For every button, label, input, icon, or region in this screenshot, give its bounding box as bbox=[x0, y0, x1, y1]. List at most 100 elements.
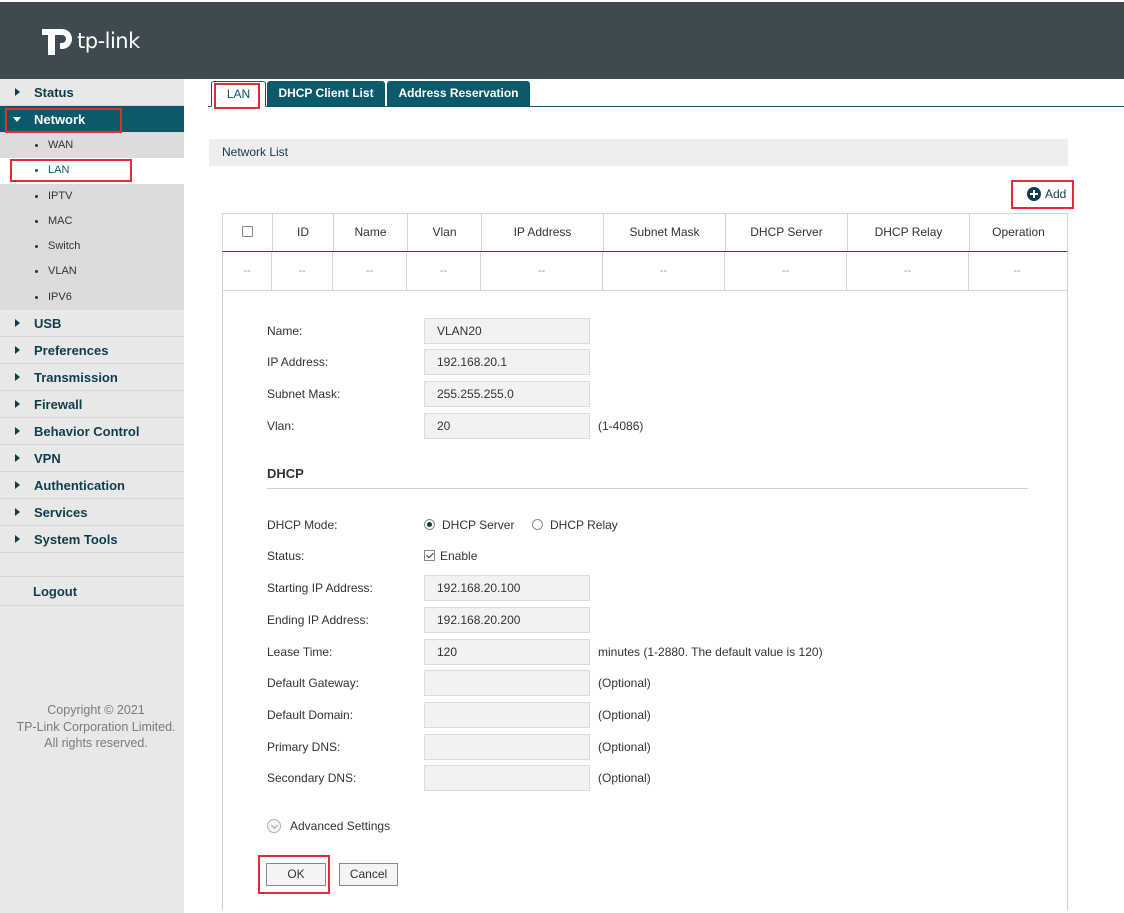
dhcp-server-radio[interactable] bbox=[424, 519, 435, 530]
sidebar-subitem-wan[interactable]: WAN bbox=[0, 133, 184, 158]
column-header: IP Address bbox=[482, 214, 604, 251]
subitem-label: WAN bbox=[48, 139, 74, 151]
sidebar-item-services[interactable]: Services bbox=[0, 499, 184, 527]
starting-ip-input[interactable] bbox=[424, 575, 590, 601]
dhcp-server-label[interactable]: DHCP Server bbox=[442, 518, 514, 532]
ok-button[interactable]: OK bbox=[266, 863, 326, 886]
sidebar-subitem-switch[interactable]: Switch bbox=[0, 234, 184, 259]
sidebar-item-label: System Tools bbox=[34, 532, 118, 548]
dhcp-relay-label[interactable]: DHCP Relay bbox=[550, 518, 618, 532]
primary-dns-input[interactable] bbox=[424, 734, 590, 760]
sidebar-item-vpn[interactable]: VPN bbox=[0, 445, 184, 473]
bullet-icon bbox=[35, 270, 38, 274]
caret-right-icon bbox=[15, 481, 20, 490]
tab-lan[interactable]: LAN bbox=[211, 81, 266, 107]
tab-address-reservation[interactable]: Address Reservation bbox=[387, 81, 530, 106]
edit-network-form: Name: IP Address: Subnet Mask: Vlan: (1-… bbox=[222, 290, 1068, 910]
bullet-icon bbox=[35, 295, 38, 299]
dhcp-relay-radio[interactable] bbox=[532, 519, 543, 530]
sidebar-item-behavior-control[interactable]: Behavior Control bbox=[0, 418, 184, 446]
subitem-label: IPTV bbox=[48, 189, 73, 202]
default-gateway-label: Default Gateway: bbox=[267, 676, 360, 690]
sidebar-item-transmission[interactable]: Transmission bbox=[0, 364, 184, 392]
lease-time-label: Lease Time: bbox=[267, 645, 333, 659]
primary-dns-label: Primary DNS: bbox=[267, 740, 341, 754]
subitem-label: Switch bbox=[48, 240, 81, 253]
tab-dhcp-client-list[interactable]: DHCP Client List bbox=[267, 81, 385, 106]
ending-ip-label: Ending IP Address: bbox=[267, 613, 369, 627]
starting-ip-label: Starting IP Address: bbox=[267, 581, 373, 595]
add-button[interactable]: Add bbox=[1027, 187, 1066, 201]
copyright-line: Copyright © 2021 bbox=[47, 703, 145, 717]
enable-checkbox[interactable] bbox=[424, 550, 435, 561]
sidebar-item-label: Transmission bbox=[34, 370, 118, 386]
primary-dns-row: Primary DNS: (Optional) bbox=[223, 734, 1069, 760]
name-input[interactable] bbox=[424, 318, 590, 344]
sidebar-item-status[interactable]: Status bbox=[0, 79, 184, 106]
table-cell: -- bbox=[223, 252, 272, 291]
sidebar-item-firewall[interactable]: Firewall bbox=[0, 391, 184, 419]
secondary-dns-input[interactable] bbox=[424, 765, 590, 791]
ending-ip-input[interactable] bbox=[424, 607, 590, 633]
select-all-checkbox[interactable] bbox=[242, 226, 253, 238]
table-cell: -- bbox=[847, 252, 969, 291]
sidebar-item-authentication[interactable]: Authentication bbox=[0, 472, 184, 500]
optional-note: (Optional) bbox=[598, 676, 651, 690]
default-domain-label: Default Domain: bbox=[267, 708, 354, 722]
bullet-icon bbox=[35, 245, 38, 249]
optional-note: (Optional) bbox=[598, 771, 651, 785]
caret-right-icon bbox=[15, 400, 20, 409]
plus-circle-icon bbox=[1027, 187, 1041, 201]
ip-address-label: IP Address: bbox=[267, 355, 329, 369]
table-cell: -- bbox=[481, 252, 603, 291]
sidebar-subitem-mac[interactable]: MAC bbox=[0, 209, 184, 234]
default-domain-input[interactable] bbox=[424, 702, 590, 728]
tp-link-logo-icon bbox=[42, 29, 72, 55]
table-cell: -- bbox=[272, 252, 333, 291]
sidebar-subitem-ipv6[interactable]: IPV6 bbox=[0, 285, 184, 310]
enable-label[interactable]: Enable bbox=[440, 549, 477, 563]
vlan-input[interactable] bbox=[424, 413, 590, 439]
secondary-dns-label: Secondary DNS: bbox=[267, 771, 357, 785]
table-cell: -- bbox=[407, 252, 481, 291]
advanced-settings-label: Advanced Settings bbox=[290, 819, 391, 833]
sidebar-item-usb[interactable]: USB bbox=[0, 310, 184, 338]
sidebar-item-label: Status bbox=[34, 85, 74, 100]
sidebar-item-preferences[interactable]: Preferences bbox=[0, 337, 184, 365]
vlan-label: Vlan: bbox=[267, 419, 295, 433]
default-gateway-input[interactable] bbox=[424, 670, 590, 696]
dhcp-mode-label: DHCP Mode: bbox=[267, 518, 338, 532]
subnet-mask-label: Subnet Mask: bbox=[267, 387, 341, 401]
default-domain-row: Default Domain: (Optional) bbox=[223, 702, 1069, 728]
sidebar-subitem-lan[interactable]: LAN bbox=[0, 158, 184, 184]
caret-right-icon bbox=[15, 535, 20, 544]
sidebar-subitem-vlan[interactable]: VLAN bbox=[0, 259, 184, 284]
network-table: ID Name Vlan IP Address Subnet Mask DHCP… bbox=[222, 213, 1068, 291]
sidebar-item-network[interactable]: Network bbox=[0, 106, 184, 133]
sidebar-item-label: Services bbox=[34, 505, 88, 521]
column-header: DHCP Server bbox=[726, 214, 848, 251]
logout-button[interactable]: Logout bbox=[0, 576, 184, 606]
ip-address-input[interactable] bbox=[424, 349, 590, 375]
column-header: ID bbox=[273, 214, 334, 251]
sidebar: Status Network WAN LAN IPTV MAC Switch V… bbox=[0, 79, 184, 913]
sidebar-item-system-tools[interactable]: System Tools bbox=[0, 526, 184, 554]
caret-right-icon bbox=[15, 88, 20, 96]
copyright-line: TP-Link Corporation Limited. bbox=[16, 719, 176, 734]
advanced-settings-toggle[interactable]: Advanced Settings bbox=[267, 819, 390, 833]
cancel-button[interactable]: Cancel bbox=[339, 863, 398, 886]
vlan-row: Vlan: (1-4086) bbox=[223, 413, 1069, 439]
lease-time-note: minutes (1-2880. The default value is 12… bbox=[598, 645, 823, 659]
bullet-icon bbox=[35, 219, 38, 223]
lease-time-input[interactable] bbox=[424, 639, 590, 665]
bullet-icon bbox=[35, 194, 38, 198]
network-submenu: WAN LAN IPTV MAC Switch VLAN IPV6 bbox=[0, 133, 184, 311]
name-label: Name: bbox=[267, 324, 303, 338]
subnet-mask-input[interactable] bbox=[424, 381, 590, 407]
caret-right-icon bbox=[15, 373, 20, 382]
subnet-mask-row: Subnet Mask: bbox=[223, 381, 1069, 407]
section-divider bbox=[267, 488, 1028, 489]
sidebar-item-label: Preferences bbox=[34, 343, 109, 359]
sidebar-subitem-iptv[interactable]: IPTV bbox=[0, 184, 184, 209]
status-label: Status: bbox=[267, 549, 305, 563]
